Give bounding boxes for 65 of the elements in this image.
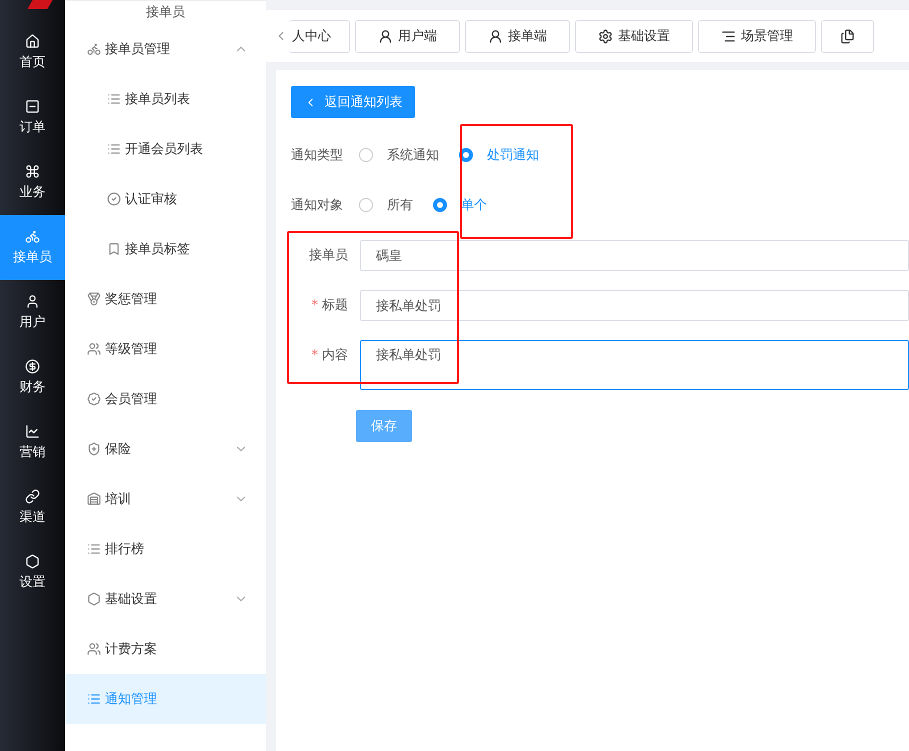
- nav-item[interactable]: 渠道: [0, 475, 65, 540]
- page-tab[interactable]: 接单端: [465, 20, 570, 52]
- nav-item[interactable]: 首页: [0, 20, 65, 85]
- input-field[interactable]: 接私单处罚: [360, 290, 909, 321]
- lines-icon: [721, 28, 736, 44]
- content-field[interactable]: 接私单处罚: [360, 340, 909, 390]
- files-icon: [840, 28, 855, 44]
- menu-item[interactable]: 排行榜: [65, 524, 266, 574]
- coin-icon: [25, 359, 40, 374]
- medal-icon: [87, 292, 101, 306]
- page-tab[interactable]: 用户端: [355, 20, 460, 52]
- menu-item[interactable]: 等级管理: [65, 324, 266, 374]
- menu-item[interactable]: 接单员管理: [65, 24, 266, 74]
- list-icon: [107, 142, 121, 156]
- menu-item[interactable]: 会员管理: [65, 374, 266, 424]
- field-label: 接单员: [308, 247, 349, 265]
- settings-icon: [598, 28, 613, 44]
- list-icon: [107, 92, 121, 106]
- nav-item[interactable]: 业务: [0, 150, 65, 215]
- field-label: 通知对象: [291, 197, 344, 214]
- user-icon: [378, 28, 393, 44]
- menu-item[interactable]: 基础设置: [65, 574, 266, 624]
- command-icon: [25, 164, 40, 179]
- menu-item[interactable]: 接单员列表: [65, 74, 266, 124]
- sidebar-title: 接单员: [65, 0, 266, 24]
- menu-item[interactable]: 开通会员列表: [65, 124, 266, 174]
- page-tab[interactable]: [821, 20, 874, 52]
- home-icon: [25, 34, 40, 49]
- radio-option[interactable]: 系统通知: [359, 146, 439, 164]
- field-label: * 标题: [310, 297, 349, 315]
- nav-item[interactable]: 订单: [0, 85, 65, 150]
- building-icon: [87, 492, 101, 506]
- menu-item[interactable]: 计费方案: [65, 624, 266, 674]
- menu-item[interactable]: 培训: [65, 474, 266, 524]
- page-tab[interactable]: 场景管理: [698, 20, 816, 52]
- list-icon: [87, 542, 101, 556]
- user-icon: [25, 294, 40, 309]
- bicycle-icon: [25, 229, 40, 244]
- menu-item[interactable]: 保险: [65, 424, 266, 474]
- nav-item[interactable]: 设置: [0, 540, 65, 605]
- page-tab[interactable]: 基础设置: [575, 20, 693, 52]
- users-icon: [87, 642, 101, 656]
- radio-option[interactable]: 所有: [359, 196, 413, 214]
- nav-item[interactable]: 用户: [0, 280, 65, 345]
- users-icon: [87, 342, 101, 356]
- list-icon: [87, 692, 101, 706]
- badge-icon: [87, 392, 101, 406]
- logo-icon: [27, 0, 53, 9]
- hexagon-icon: [25, 554, 40, 569]
- menu-item[interactable]: 认证审核: [65, 174, 266, 224]
- field-label: * 内容: [310, 347, 349, 365]
- menu-item[interactable]: 接单员标签: [65, 224, 266, 274]
- input-field[interactable]: 碼皇: [360, 240, 909, 271]
- bicycle-icon: [87, 42, 101, 56]
- bookmark-icon: [107, 242, 121, 256]
- nav-item[interactable]: 财务: [0, 345, 65, 410]
- shield-icon: [87, 442, 101, 456]
- field-label: 通知类型: [291, 147, 344, 164]
- link-icon: [25, 489, 40, 504]
- hexagon-icon: [87, 592, 101, 606]
- nav-item[interactable]: 营销: [0, 410, 65, 475]
- menu-item[interactable]: 奖惩管理: [65, 274, 266, 324]
- page-tab[interactable]: 人中心: [289, 20, 350, 52]
- chart-icon: [25, 424, 40, 439]
- check-circle-icon: [107, 192, 121, 206]
